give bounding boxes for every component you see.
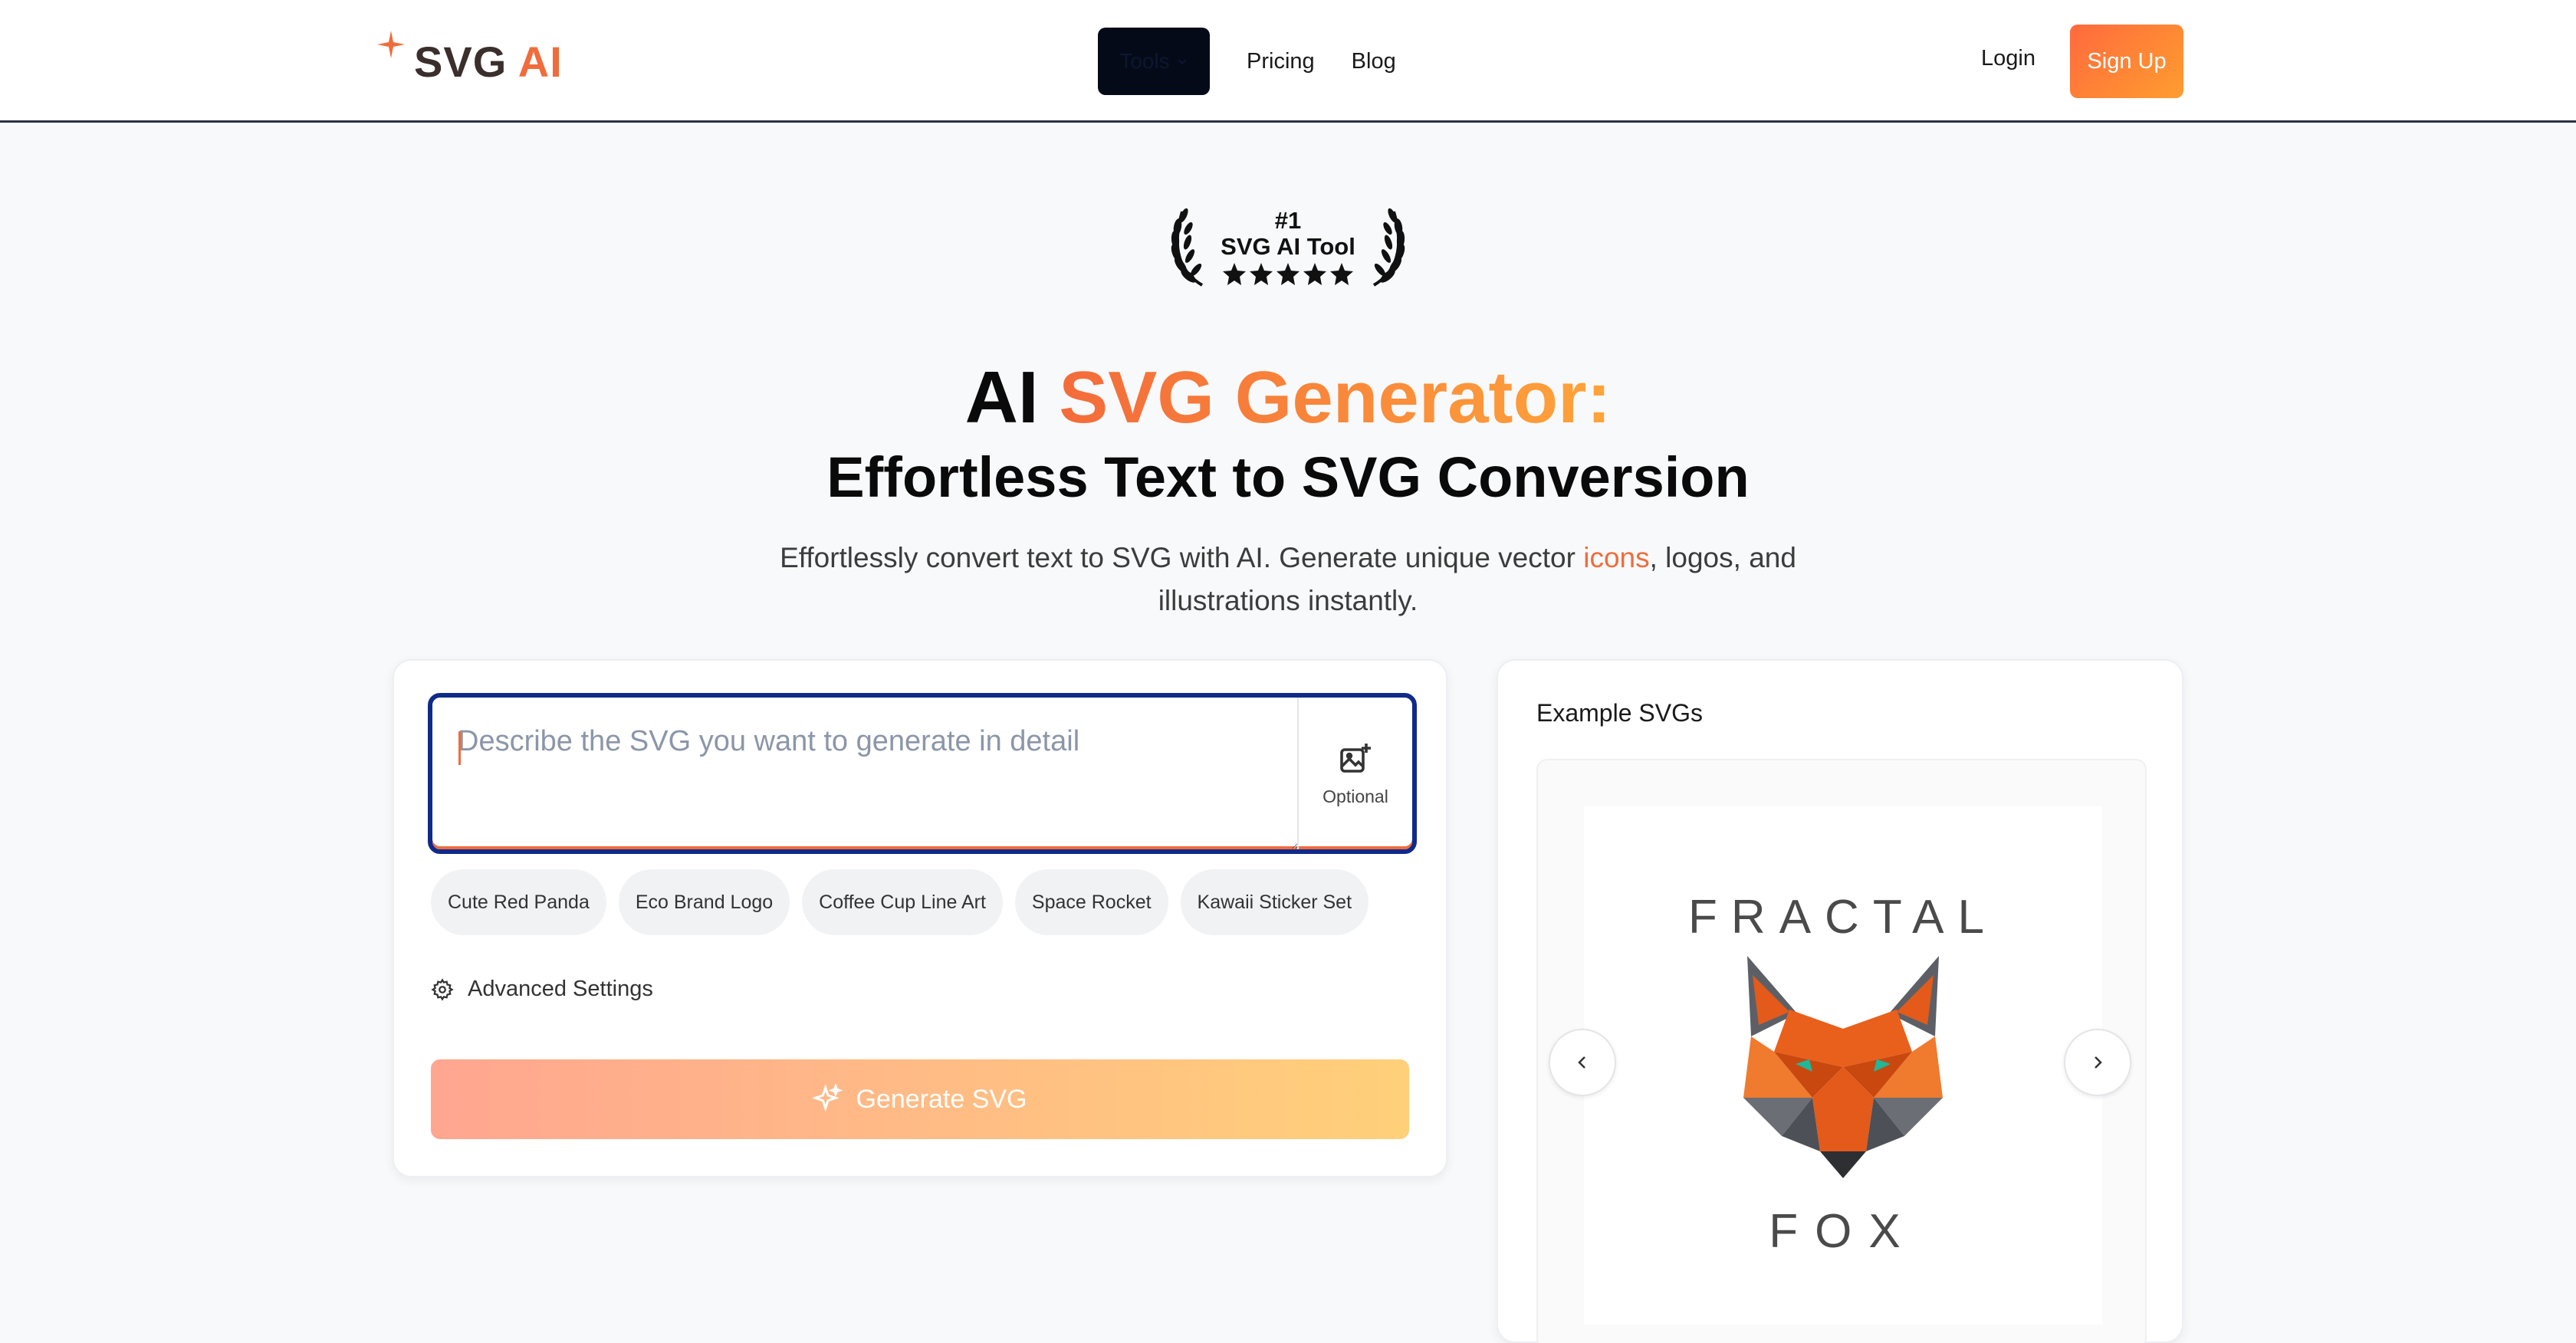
brand-name: SVG AI	[414, 37, 563, 86]
chip-kawaii-sticker-set[interactable]: Kawaii Sticker Set	[1180, 869, 1369, 935]
chevron-right-icon	[2095, 1056, 2102, 1069]
brand-logo[interactable]: SVG AI	[377, 31, 563, 92]
example-svgs-card: Example SVGs FRACTAL FOX	[1497, 659, 2183, 1343]
sparkles-icon	[813, 1084, 843, 1112]
prompt-input[interactable]	[432, 698, 1299, 849]
chevron-left-icon	[1578, 1056, 1585, 1069]
nav-link-blog[interactable]: Blog	[1352, 49, 1396, 74]
fox-logo-illustration: FRACTAL FOX	[1688, 891, 1998, 1258]
prompt-box: Optional	[428, 693, 1417, 854]
login-link[interactable]: Login	[1981, 46, 2036, 71]
main-nav: Tools Pricing Blog	[1098, 28, 1396, 95]
sparkle-icon	[377, 31, 405, 58]
hero-subtitle: Effortless Text to SVG Conversion	[826, 445, 1750, 509]
generate-svg-label: Generate SVG	[856, 1084, 1027, 1114]
nav-link-pricing[interactable]: Pricing	[1247, 49, 1315, 74]
example-carousel: FRACTAL FOX	[1536, 759, 2147, 1343]
example-prompt-chips: Cute Red Panda Eco Brand Logo Coffee Cup…	[431, 869, 1369, 935]
gear-icon	[431, 977, 454, 1001]
chip-eco-brand-logo[interactable]: Eco Brand Logo	[618, 869, 790, 935]
logo-word-fractal: FRACTAL	[1688, 891, 1998, 944]
badge-title: SVG AI Tool	[1221, 233, 1355, 260]
generate-svg-button[interactable]: Generate SVG	[431, 1059, 1409, 1139]
badge-rank: #1	[1274, 207, 1302, 234]
advanced-settings-label: Advanced Settings	[468, 977, 653, 1001]
award-badge: #1 SVG AI Tool	[1165, 205, 1411, 290]
example-svgs-title: Example SVGs	[1536, 699, 1703, 727]
generator-card: Optional Cute Red Panda Eco Brand Logo C…	[393, 659, 1447, 1177]
carousel-next-button[interactable]	[2064, 1029, 2131, 1096]
text-caret	[458, 731, 461, 765]
chip-coffee-cup-line-art[interactable]: Coffee Cup Line Art	[802, 869, 1003, 935]
five-star-rating-icon	[1223, 263, 1353, 285]
tools-label: Tools	[1119, 49, 1170, 73]
chip-space-rocket[interactable]: Space Rocket	[1014, 869, 1168, 935]
add-image-icon	[1340, 743, 1371, 773]
hero-title: AI SVG Generator:	[964, 356, 1612, 438]
chevron-down-icon	[1178, 59, 1187, 65]
example-image-fractal-fox: FRACTAL FOX	[1584, 806, 2102, 1325]
carousel-prev-button[interactable]	[1549, 1029, 1616, 1096]
tools-dropdown-button[interactable]: Tools	[1098, 28, 1210, 95]
upload-optional-label: Optional	[1322, 786, 1388, 806]
logo-word-fox: FOX	[1769, 1205, 1917, 1258]
icons-link[interactable]: icons	[1583, 542, 1649, 573]
image-upload-button[interactable]: Optional	[1297, 698, 1412, 849]
chip-cute-red-panda[interactable]: Cute Red Panda	[431, 869, 606, 935]
hero-description: Effortlessly convert text to SVG with AI…	[780, 542, 1796, 616]
advanced-settings-toggle[interactable]: Advanced Settings	[431, 977, 653, 1002]
signup-button[interactable]: Sign Up	[2070, 25, 2183, 98]
top-navigation-bar: SVG AI Tools Pricing Blog Login Sign Up	[0, 0, 2576, 123]
